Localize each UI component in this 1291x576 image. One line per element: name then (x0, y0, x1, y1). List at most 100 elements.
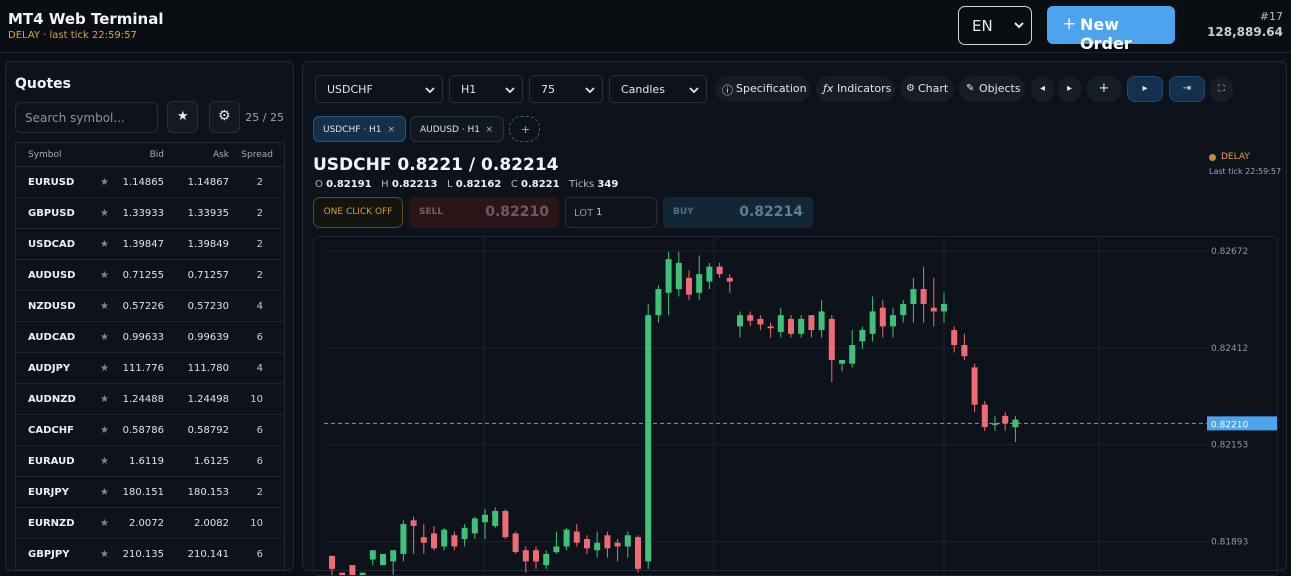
quote-row[interactable]: GBPUSD ★ 1.33933 1.33935 2 (16, 198, 284, 229)
star-icon[interactable]: ★ (100, 363, 109, 374)
specification-button[interactable]: ⓘ Specification (715, 76, 810, 102)
quote-symbol: EURUSD (28, 177, 75, 188)
quote-ask: 210.141 (187, 549, 229, 560)
star-icon[interactable]: ★ (100, 456, 109, 467)
quote-symbol: EURAUD (28, 456, 75, 467)
quote-ask: 1.33935 (187, 208, 229, 219)
close-label: C (510, 179, 518, 190)
candle-body (624, 535, 631, 547)
quote-spread: 2 (256, 270, 263, 281)
quote-row[interactable]: GBPJPY ★ 210.135 210.141 6 (16, 539, 284, 570)
star-icon[interactable]: ★ (100, 332, 109, 343)
symbol-search-input[interactable] (15, 102, 158, 133)
candle-body (777, 315, 784, 332)
quote-row[interactable]: AUDNZD ★ 1.24488 1.24498 10 (16, 384, 284, 415)
favorites-button[interactable]: ★ (167, 101, 198, 133)
plus-icon: + (1062, 14, 1077, 34)
star-icon[interactable]: ★ (100, 549, 109, 560)
candle-body (890, 315, 896, 327)
chart-tab-audusd[interactable]: AUDUSD · H1 × (410, 116, 504, 142)
star-icon[interactable]: ★ (100, 425, 109, 436)
star-icon[interactable]: ★ (100, 394, 109, 405)
star-icon[interactable]: ★ (100, 239, 109, 250)
quote-symbol: AUDCAD (28, 332, 76, 343)
add-tab-button[interactable]: + (509, 116, 540, 142)
star-icon: ★ (177, 109, 189, 124)
candle-body (390, 550, 397, 562)
close-icon[interactable]: × (485, 125, 493, 135)
chart-tab-usdchf[interactable]: USDCHF · H1 × (313, 116, 406, 142)
quote-bid: 1.24488 (122, 394, 164, 405)
chart-type-select[interactable]: Candles (609, 75, 707, 103)
objects-button[interactable]: ✎ Objects (959, 76, 1025, 102)
lot-field[interactable]: LOT 1 (565, 197, 657, 228)
gear-icon: ⚙ (906, 83, 915, 94)
top-bar: MT4 Web Terminal DELAY · last tick 22:59… (0, 0, 1291, 53)
bars-select[interactable]: 75 (529, 75, 603, 103)
candle-body (563, 529, 570, 547)
quote-spread: 6 (256, 456, 263, 467)
close-value: 0.8221 (521, 179, 560, 190)
quote-ask: 0.71257 (187, 270, 229, 281)
quote-row[interactable]: NZDUSD ★ 0.57226 0.57230 4 (16, 291, 284, 322)
quote-symbol: EURJPY (28, 487, 69, 498)
candle-body (553, 546, 560, 553)
sell-label: SELL (419, 207, 444, 217)
quote-row[interactable]: USDCAD ★ 1.39847 1.39849 2 (16, 229, 284, 260)
star-icon[interactable]: ★ (100, 518, 109, 529)
candle-body (441, 529, 448, 547)
star-icon[interactable]: ★ (100, 270, 109, 281)
star-icon[interactable]: ★ (100, 177, 109, 188)
quote-row[interactable]: EURAUD ★ 1.6119 1.6125 6 (16, 446, 284, 477)
quote-ask: 180.153 (187, 487, 229, 498)
candle-body (329, 555, 335, 569)
indicators-button[interactable]: ƒx Indicators (816, 76, 895, 102)
quote-symbol: GBPUSD (28, 208, 75, 219)
new-order-button[interactable]: + New Order (1047, 6, 1175, 53)
candle-body (839, 359, 845, 364)
language-select[interactable]: EN (958, 6, 1032, 45)
quote-row[interactable]: AUDCAD ★ 0.99633 0.99639 6 (16, 322, 284, 353)
quote-row[interactable]: EURJPY ★ 180.151 180.153 2 (16, 477, 284, 508)
quote-row[interactable]: EURNZD ★ 2.0072 2.0082 10 (16, 508, 284, 539)
scroll-right-button[interactable]: ▸ (1058, 76, 1081, 102)
chevron-down-icon (425, 87, 435, 94)
timeframe-select[interactable]: H1 (449, 75, 523, 103)
candle-body (380, 553, 386, 566)
price-chart[interactable]: 0.82672 0.82412 0.82153 0.81893 0.82210 (313, 236, 1278, 576)
star-icon[interactable]: ★ (100, 208, 109, 219)
quote-spread: 10 (250, 518, 263, 529)
fullscreen-button[interactable]: ⛶ (1210, 76, 1233, 102)
col-bid: Bid (149, 150, 164, 160)
symbol-select[interactable]: USDCHF (315, 75, 443, 103)
quote-spread: 2 (256, 208, 263, 219)
autoscroll-button[interactable]: ▸ (1127, 76, 1163, 102)
quote-bid: 0.99633 (122, 332, 164, 343)
quote-row[interactable]: AUDJPY ★ 111.776 111.780 4 (16, 353, 284, 384)
buy-button[interactable]: BUY 0.82214 (663, 197, 813, 228)
sell-button[interactable]: SELL 0.82210 (409, 197, 559, 228)
quote-spread: 2 (256, 177, 263, 188)
quote-spread: 6 (256, 425, 263, 436)
quote-symbol: AUDJPY (28, 363, 71, 374)
close-icon[interactable]: × (387, 125, 395, 135)
crosshair-button[interactable]: + (1086, 76, 1122, 102)
settings-button[interactable]: ⚙ (209, 101, 240, 133)
candle-body (635, 537, 641, 569)
candle-body (859, 330, 866, 342)
quote-ask: 1.14867 (187, 177, 229, 188)
candle-body (471, 518, 478, 534)
quote-row[interactable]: EURUSD ★ 1.14865 1.14867 2 (16, 167, 284, 198)
star-icon[interactable]: ★ (100, 487, 109, 498)
one-click-toggle[interactable]: ONE CLICK OFF (313, 197, 403, 228)
quote-row[interactable]: CADCHF ★ 0.58786 0.58792 6 (16, 415, 284, 446)
star-icon[interactable]: ★ (100, 301, 109, 312)
quote-row[interactable]: AUDUSD ★ 0.71255 0.71257 2 (16, 260, 284, 291)
col-symbol: Symbol (28, 150, 62, 160)
quote-spread: 2 (256, 239, 263, 250)
scroll-left-button[interactable]: ◂ (1031, 76, 1054, 102)
candlestick-chart: 0.82672 0.82412 0.82153 0.81893 0.82210 (324, 237, 1277, 575)
scroll-end-button[interactable]: ⇥ (1169, 76, 1205, 102)
chart-settings-button[interactable]: ⚙ Chart (900, 76, 954, 102)
symbol-count: 25 / 25 (245, 111, 284, 124)
